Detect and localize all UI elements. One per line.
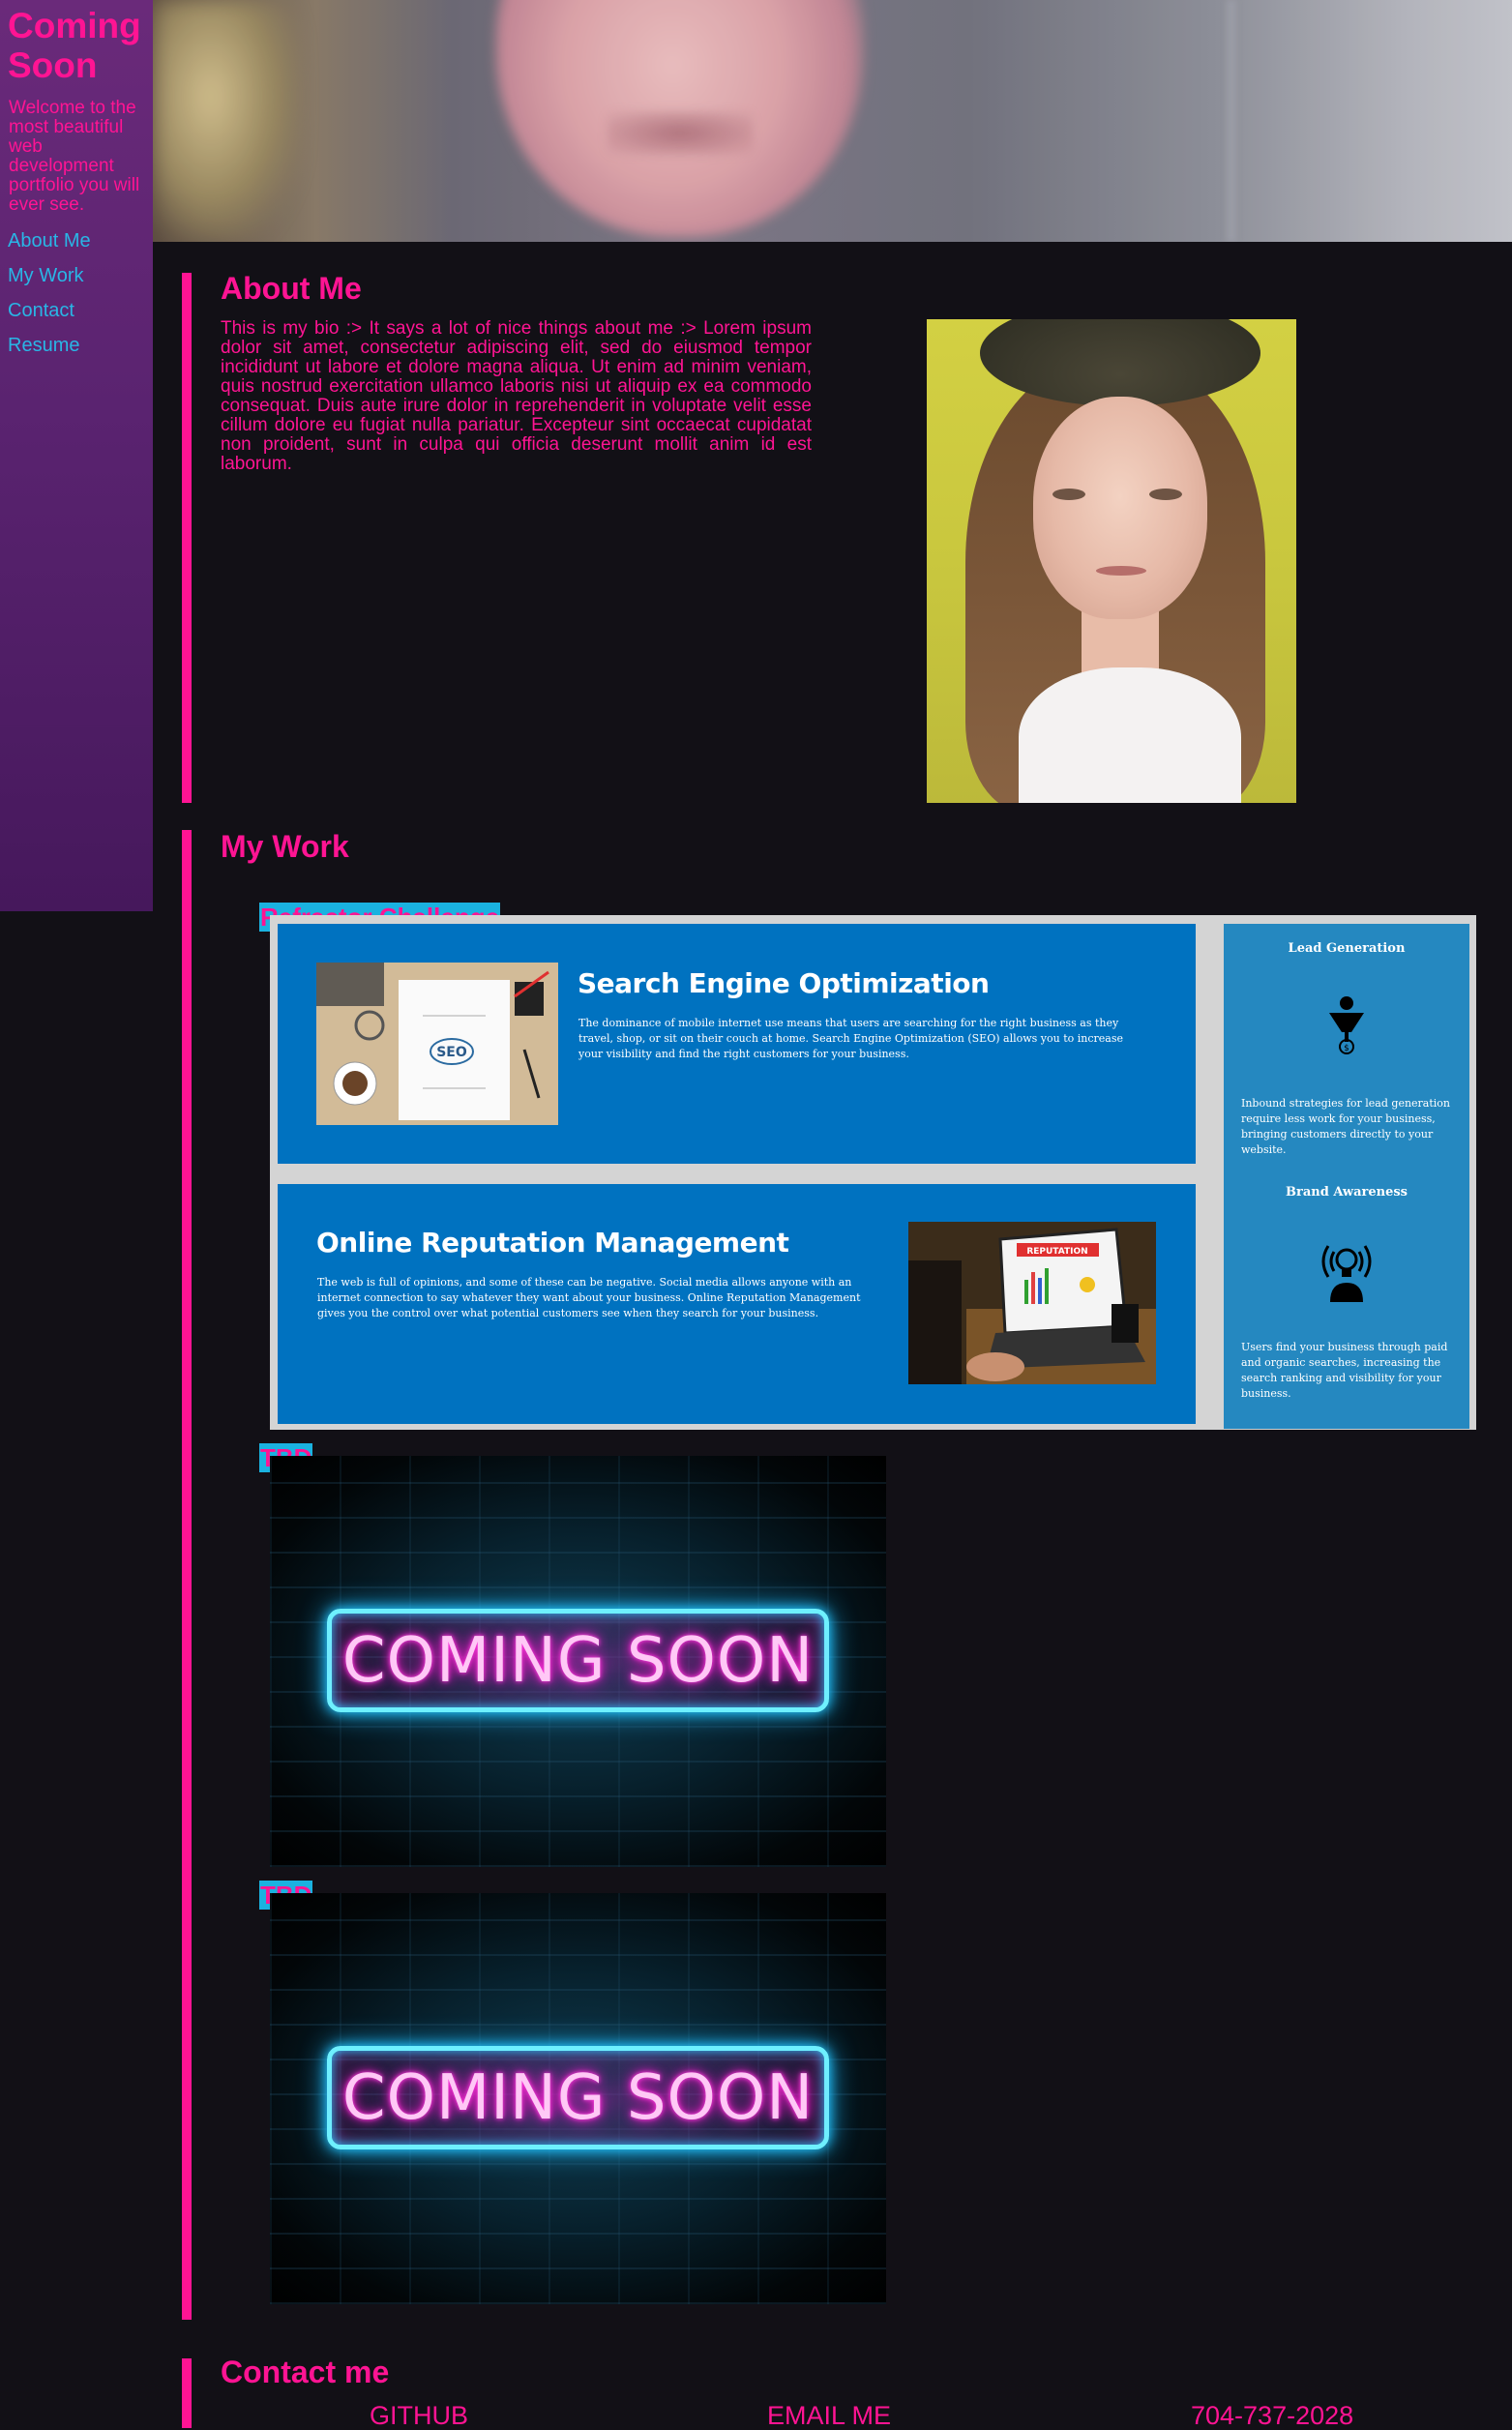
coming-soon-thumbnail-2[interactable]: COMING SOON <box>270 1893 886 2304</box>
sidebar: Coming Soon Welcome to the most beautifu… <box>0 0 153 911</box>
coming-soon-text-2: COMING SOON <box>341 2061 815 2134</box>
refractor-side-column: Lead Generation $ Inbound strategies for… <box>1224 924 1469 1429</box>
orm-image-text: REPUTATION <box>1026 1247 1087 1257</box>
seo-image-text: SEO <box>436 1045 467 1060</box>
seo-text: The dominance of mobile internet use mea… <box>578 1017 1123 1060</box>
work-heading: My Work <box>221 829 349 864</box>
coming-soon-text-1: COMING SOON <box>341 1624 815 1697</box>
orm-title: Online Reputation Management <box>316 1227 789 1259</box>
github-link[interactable]: GITHUB <box>370 2401 468 2430</box>
about-heading: About Me <box>221 271 362 306</box>
lead-generation-text: Inbound strategies for lead generation r… <box>1241 1097 1451 1156</box>
lead-generation-heading: Lead Generation <box>1288 941 1406 956</box>
brand-awareness-heading: Brand Awareness <box>1286 1185 1408 1200</box>
lead-generation-icon: $ <box>1326 993 1367 1060</box>
orm-text: The web is full of opinions, and some of… <box>317 1276 861 1319</box>
orm-image: REPUTATION <box>908 1222 1156 1384</box>
nav-contact[interactable]: Contact <box>8 299 74 322</box>
seo-title: Search Engine Optimization <box>578 967 990 999</box>
seo-image: SEO <box>316 963 558 1125</box>
work-section-bar <box>182 830 192 2320</box>
contact-section-bar <box>182 2358 192 2428</box>
profile-photo <box>927 319 1296 803</box>
contact-heading: Contact me <box>221 2355 390 2389</box>
brand-awareness-text: Users find your business through paid an… <box>1241 1341 1448 1400</box>
site-title: Coming Soon <box>8 6 141 85</box>
nav-about-me[interactable]: About Me <box>8 229 91 252</box>
coming-soon-thumbnail-1[interactable]: COMING SOON <box>270 1456 886 1867</box>
brand-awareness-icon <box>1317 1238 1377 1307</box>
phone-link[interactable]: 704-737-2028 <box>1191 2401 1353 2430</box>
site-tagline: Welcome to the most beautiful web develo… <box>9 98 140 215</box>
nav-my-work[interactable]: My Work <box>8 264 84 287</box>
nav-resume[interactable]: Resume <box>8 334 79 357</box>
svg-text:$: $ <box>1344 1044 1349 1053</box>
about-section-bar <box>182 273 192 803</box>
about-bio: This is my bio :> It says a lot of nice … <box>221 318 812 474</box>
email-link[interactable]: EMAIL ME <box>767 2401 891 2430</box>
hero-banner-image <box>153 0 1512 242</box>
